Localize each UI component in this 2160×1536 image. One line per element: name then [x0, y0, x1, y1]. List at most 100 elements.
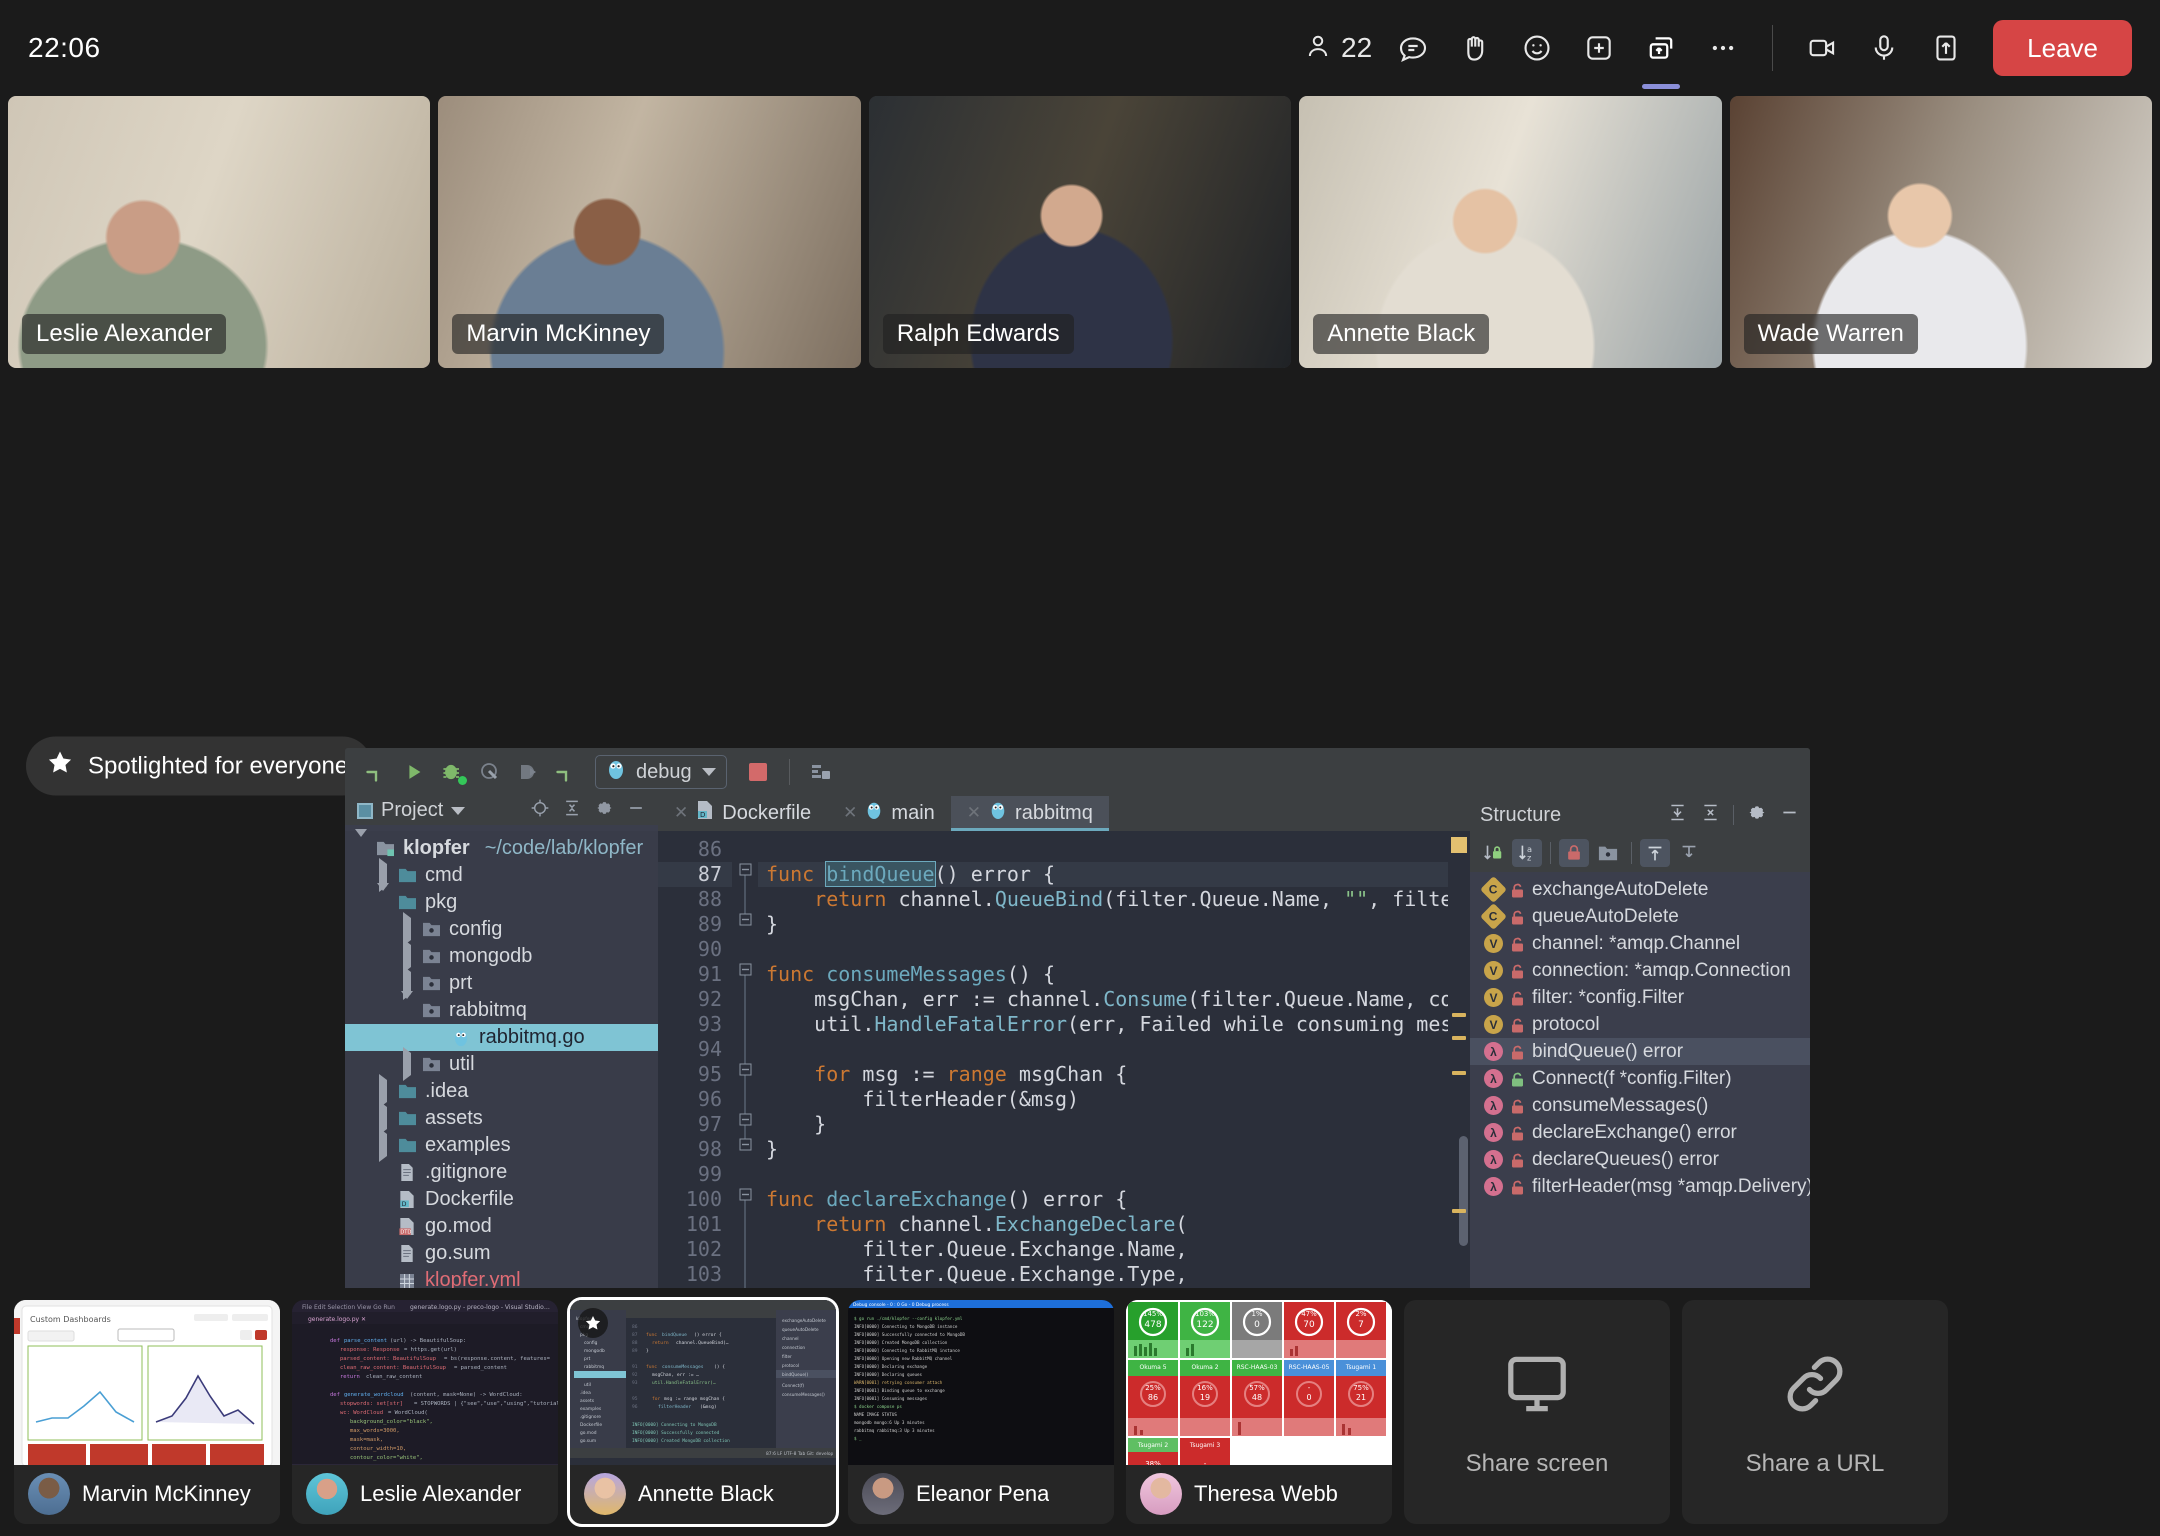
code-line[interactable]: filter.Queue.Exchange.Type,	[758, 1262, 1470, 1287]
structure-item[interactable]: λ declareQueues() error	[1470, 1146, 1810, 1173]
warning-marker[interactable]	[1452, 1012, 1466, 1017]
raise-hand-button[interactable]	[1444, 17, 1506, 79]
chevron-down-icon[interactable]	[451, 806, 466, 815]
project-tree-item[interactable]: rabbitmq.go	[345, 1024, 658, 1052]
chevron-down-icon[interactable]	[355, 829, 369, 860]
line-number[interactable]: 96	[658, 1087, 732, 1112]
line-number[interactable]: 91	[658, 962, 732, 987]
video-tile[interactable]: Annette Black	[1299, 96, 1722, 368]
chevron-down-icon[interactable]	[401, 991, 415, 1022]
project-tree-item[interactable]: klopfer ~/code/lab/klopfer	[345, 829, 658, 862]
line-number[interactable]: 93	[658, 1012, 732, 1037]
code-line[interactable]: }	[758, 912, 1470, 937]
code-line[interactable]: util.HandleFatalError(err, Failed while …	[758, 1012, 1470, 1037]
project-tree-item[interactable]: config	[345, 912, 658, 947]
hide-panel-icon[interactable]	[1779, 802, 1800, 829]
chevron-right-icon[interactable]	[401, 939, 415, 974]
chevron-right-icon[interactable]	[377, 1101, 391, 1136]
sort-alphabetically-icon[interactable]: az	[1512, 839, 1542, 867]
hide-panel-icon[interactable]	[626, 798, 646, 824]
code-line[interactable]: }	[758, 1112, 1470, 1137]
project-tree-item[interactable]: pkg	[345, 883, 658, 916]
line-number[interactable]: 97	[658, 1112, 732, 1137]
project-tree-item[interactable]: .idea	[345, 1074, 658, 1109]
code-line[interactable]: func consumeMessages() {	[758, 962, 1470, 987]
editor-fold-column[interactable]	[732, 830, 758, 1316]
microphone-button[interactable]	[1853, 17, 1915, 79]
gear-icon[interactable]	[594, 798, 614, 824]
video-tile[interactable]: Wade Warren	[1729, 96, 2153, 368]
code-line[interactable]: return channel.QueueBind(filter.Queue.Na…	[758, 887, 1470, 912]
search-everywhere-icon[interactable]	[804, 755, 838, 789]
structure-item[interactable]: Vfilter: *config.Filter	[1470, 984, 1810, 1011]
editor-tab-main[interactable]: ✕ main	[827, 796, 951, 831]
project-tree-item[interactable]: cmd	[345, 858, 658, 893]
rebuild-icon[interactable]	[549, 755, 583, 789]
share-thumbnail-marvin[interactable]: Custom Dashboards Marvin McKinney	[14, 1300, 280, 1524]
warning-marker[interactable]	[1451, 836, 1467, 853]
debug-icon[interactable]	[435, 755, 469, 789]
expand-all-icon[interactable]	[1667, 802, 1688, 829]
line-number[interactable]: 87	[658, 861, 732, 887]
code-line[interactable]: return channel.ExchangeDeclare(	[758, 1212, 1470, 1237]
structure-item[interactable]: CqueueAutoDelete	[1470, 903, 1810, 930]
profile-icon[interactable]	[511, 755, 545, 789]
video-tile[interactable]: Marvin McKinney	[438, 96, 861, 368]
sort-by-visibility-icon[interactable]	[1478, 839, 1508, 867]
chat-button[interactable]	[1382, 17, 1444, 79]
scroll-to-source-icon[interactable]	[1674, 839, 1704, 867]
project-tree-item[interactable]: DTD go.mod	[345, 1213, 658, 1240]
upload-button[interactable]	[1915, 17, 1977, 79]
close-icon[interactable]: ✕	[967, 803, 981, 823]
structure-item[interactable]: Vprotocol	[1470, 1011, 1810, 1038]
warning-marker[interactable]	[1452, 1208, 1466, 1213]
line-number[interactable]: 102	[658, 1237, 732, 1262]
camera-button[interactable]	[1791, 17, 1853, 79]
structure-item[interactable]: λ declareExchange() error	[1470, 1119, 1810, 1146]
scroll-from-source-icon[interactable]	[1640, 839, 1670, 867]
run-coverage-icon[interactable]	[473, 755, 507, 789]
chevron-down-icon[interactable]	[377, 883, 391, 914]
project-tree-item[interactable]: util	[345, 1047, 658, 1082]
line-number[interactable]: 99	[658, 1162, 732, 1187]
participants-button[interactable]: 22	[1299, 31, 1382, 66]
project-tree-item[interactable]: prt	[345, 966, 658, 1001]
chevron-right-icon[interactable]	[377, 1074, 391, 1109]
project-tree-item[interactable]: .gitignore	[345, 1159, 658, 1186]
share-thumbnail-eleanor[interactable]: Debug console - 0 : 0 Go - 0 Debug proce…	[848, 1300, 1114, 1524]
close-icon[interactable]: ✕	[843, 803, 857, 823]
structure-item[interactable]: Vconnection: *amqp.Connection	[1470, 957, 1810, 984]
chevron-right-icon[interactable]	[401, 912, 415, 947]
share-url-card[interactable]: Share a URL	[1682, 1300, 1948, 1524]
code-line[interactable]	[758, 837, 1470, 862]
editor-error-stripe[interactable]	[1448, 830, 1470, 1316]
project-tree-item[interactable]: go.sum	[345, 1240, 658, 1267]
line-number[interactable]: 94	[658, 1037, 732, 1062]
project-tree-item[interactable]: rabbitmq	[345, 991, 658, 1024]
code-line[interactable]: for msg := range msgChan {	[758, 1062, 1470, 1087]
line-number[interactable]: 100	[658, 1187, 732, 1212]
line-number[interactable]: 95	[658, 1062, 732, 1087]
add-button[interactable]	[1568, 17, 1630, 79]
code-line[interactable]: }	[758, 1137, 1470, 1162]
code-line[interactable]	[758, 1162, 1470, 1187]
line-number[interactable]: 103	[658, 1262, 732, 1287]
code-line[interactable]: filter.Queue.Exchange.Name,	[758, 1237, 1470, 1262]
chevron-right-icon[interactable]	[377, 1128, 391, 1163]
structure-item[interactable]: λ consumeMessages()	[1470, 1092, 1810, 1119]
line-number[interactable]: 88	[658, 887, 732, 912]
share-thumbnail-theresa[interactable]: 145% 103% 1% 47% 2% 478 122 0 70 7 Okuma 5 Okuma …	[1126, 1300, 1392, 1524]
share-thumbnail-annette[interactable]: klopfercmdpkgconfig mongodbprtrabbitmq u…	[567, 1297, 839, 1527]
gear-icon[interactable]	[1746, 802, 1767, 829]
editor-tab-dockerfile[interactable]: ✕ D Dockerfile	[658, 796, 827, 831]
group-by-file-icon[interactable]	[1593, 839, 1623, 867]
structure-item[interactable]: λ filterHeader(msg *amqp.Delivery)	[1470, 1173, 1810, 1200]
project-tree-item[interactable]: examples	[345, 1128, 658, 1163]
structure-item[interactable]: Vchannel: *amqp.Channel	[1470, 930, 1810, 957]
code-line[interactable]	[758, 1037, 1470, 1062]
share-screen-card[interactable]: Share screen	[1404, 1300, 1670, 1524]
line-number[interactable]: 90	[658, 937, 732, 962]
editor-tab-rabbitmq[interactable]: ✕ rabbitmq	[950, 796, 1109, 831]
video-tile[interactable]: Ralph Edwards	[868, 96, 1292, 368]
run-icon[interactable]	[397, 755, 431, 789]
